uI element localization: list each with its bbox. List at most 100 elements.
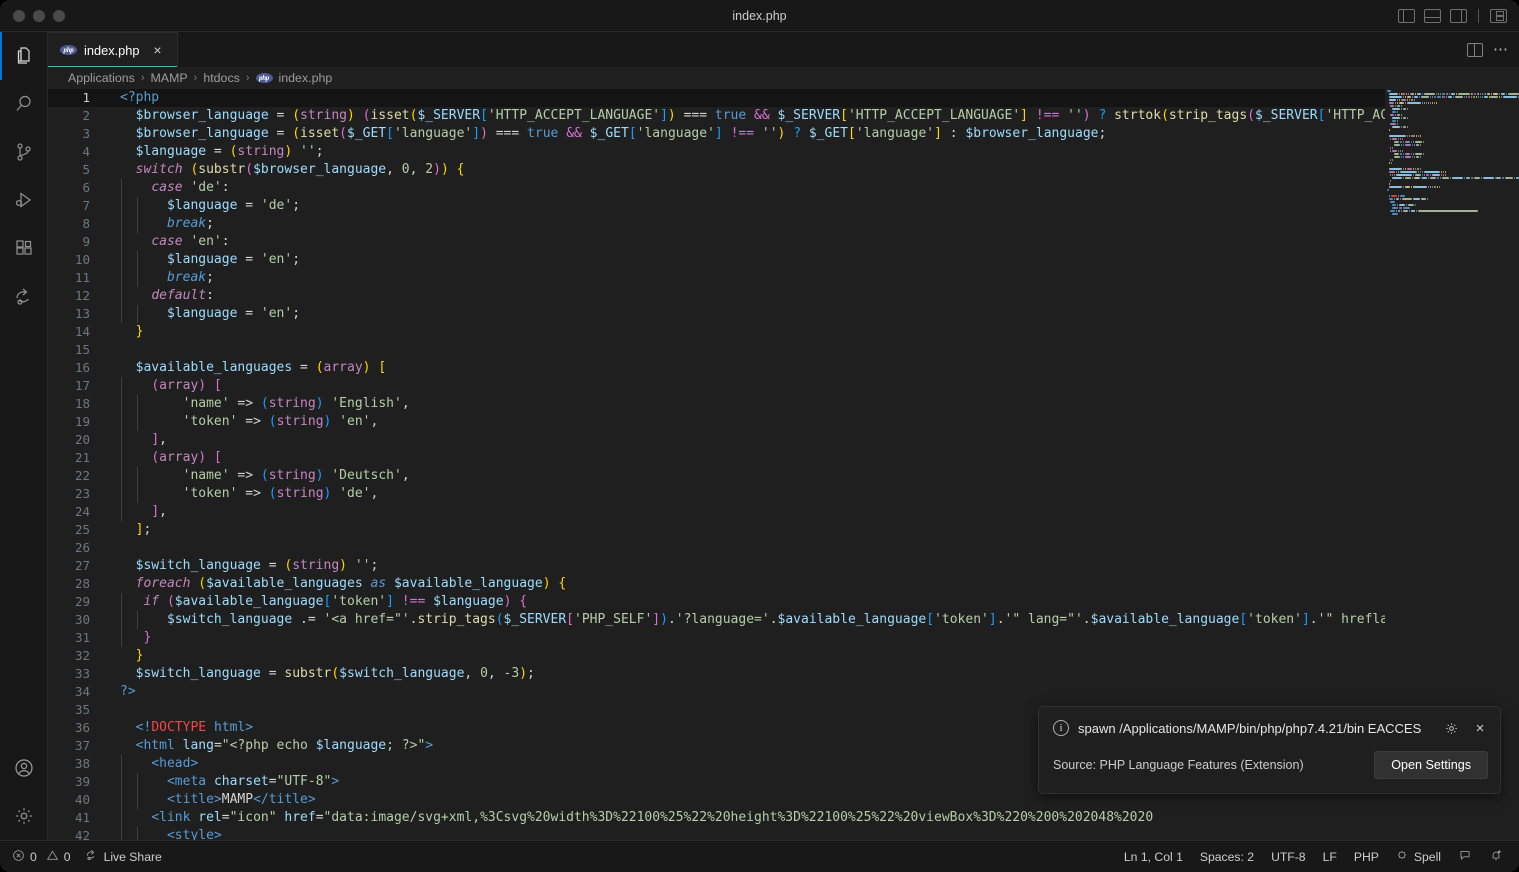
status-spell-checker[interactable]: Spell xyxy=(1396,849,1441,865)
minimap-segment xyxy=(1407,116,1409,119)
code-line: 2 $browser_language = (string) (isset($_… xyxy=(48,107,1519,125)
line-number[interactable]: 17 xyxy=(48,377,104,395)
toggle-primary-sidebar-icon[interactable] xyxy=(1398,9,1415,23)
sidebar-item-explorer[interactable] xyxy=(0,32,48,80)
maximize-window-button[interactable] xyxy=(53,9,65,22)
line-number[interactable]: 38 xyxy=(48,755,104,773)
line-number[interactable]: 1 xyxy=(48,89,104,107)
status-encoding[interactable]: UTF-8 xyxy=(1271,850,1306,864)
minimap-segment xyxy=(1388,95,1403,98)
line-number[interactable]: 35 xyxy=(48,701,104,719)
sidebar-item-live-share[interactable] xyxy=(0,272,48,320)
line-number[interactable]: 30 xyxy=(48,611,104,629)
close-window-button[interactable] xyxy=(13,9,25,22)
line-number[interactable]: 9 xyxy=(48,233,104,251)
line-number[interactable]: 7 xyxy=(48,197,104,215)
code-line: 13 $language = 'en'; xyxy=(48,305,1519,323)
line-number[interactable]: 2 xyxy=(48,107,104,125)
sidebar-item-run-debug[interactable] xyxy=(0,176,48,224)
line-number[interactable]: 12 xyxy=(48,287,104,305)
toggle-secondary-sidebar-icon[interactable] xyxy=(1450,9,1467,23)
breadcrumb-item-index-php[interactable]: index.php xyxy=(279,71,333,85)
line-number[interactable]: 32 xyxy=(48,647,104,665)
line-number[interactable]: 24 xyxy=(48,503,104,521)
status-eol[interactable]: LF xyxy=(1323,850,1337,864)
breadcrumb-item-htdocs[interactable]: htdocs xyxy=(203,71,240,85)
line-number[interactable]: 31 xyxy=(48,629,104,647)
minimap-segment xyxy=(1408,203,1415,206)
toggle-panel-icon[interactable] xyxy=(1424,9,1441,23)
line-number[interactable]: 6 xyxy=(48,179,104,197)
divider xyxy=(1478,9,1479,23)
open-settings-button[interactable]: Open Settings xyxy=(1374,751,1488,779)
line-number[interactable]: 37 xyxy=(48,737,104,755)
line-number[interactable]: 41 xyxy=(48,809,104,827)
code-token: ; xyxy=(292,306,301,321)
code-token: ] xyxy=(386,594,394,609)
line-number[interactable]: 29 xyxy=(48,593,104,611)
line-number[interactable]: 36 xyxy=(48,719,104,737)
indent-guide xyxy=(136,611,138,629)
line-number[interactable]: 27 xyxy=(48,557,104,575)
sidebar-item-search[interactable] xyxy=(0,80,48,128)
line-number[interactable]: 40 xyxy=(48,791,104,809)
code-token: ) xyxy=(339,558,347,573)
status-problems[interactable]: 0 0 xyxy=(12,849,71,865)
tab-index-php[interactable]: php index.php × xyxy=(48,32,178,67)
status-editor-position[interactable]: Ln 1, Col 1 xyxy=(1124,850,1183,864)
status-live-share[interactable]: Live Share xyxy=(85,848,162,865)
line-number[interactable]: 26 xyxy=(48,539,104,557)
line-number[interactable]: 20 xyxy=(48,431,104,449)
close-icon[interactable]: × xyxy=(149,41,167,59)
minimap-segment xyxy=(1393,155,1400,158)
breadcrumb-item-applications[interactable]: Applications xyxy=(68,71,135,85)
editor-group: php index.php × ⋯ Applications › MAMP › … xyxy=(48,32,1519,840)
status-feedback[interactable] xyxy=(1458,848,1472,865)
line-number[interactable]: 5 xyxy=(48,161,104,179)
line-number[interactable]: 3 xyxy=(48,125,104,143)
code-token: 'token' xyxy=(331,594,387,609)
minimap-segment xyxy=(1392,107,1400,110)
line-number[interactable]: 19 xyxy=(48,413,104,431)
accounts-button[interactable] xyxy=(0,744,48,792)
customize-layout-icon[interactable] xyxy=(1490,9,1507,23)
line-number[interactable]: 10 xyxy=(48,251,104,269)
line-number[interactable]: 18 xyxy=(48,395,104,413)
line-number[interactable]: 25 xyxy=(48,521,104,539)
code-token: , xyxy=(401,396,410,411)
split-editor-icon[interactable] xyxy=(1467,42,1483,57)
line-number[interactable]: 4 xyxy=(48,143,104,161)
status-language-mode[interactable]: PHP xyxy=(1354,850,1379,864)
code-token: . xyxy=(667,612,676,627)
line-number[interactable]: 42 xyxy=(48,827,104,840)
notification-settings-icon[interactable] xyxy=(1441,718,1461,738)
ellipsis-icon[interactable]: ⋯ xyxy=(1493,42,1509,57)
line-number[interactable]: 39 xyxy=(48,773,104,791)
line-number[interactable]: 34 xyxy=(48,683,104,701)
line-number[interactable]: 33 xyxy=(48,665,104,683)
line-number[interactable]: 8 xyxy=(48,215,104,233)
line-number[interactable]: 28 xyxy=(48,575,104,593)
line-number[interactable]: 11 xyxy=(48,269,104,287)
line-number[interactable]: 15 xyxy=(48,341,104,359)
close-icon[interactable]: × xyxy=(1470,718,1490,738)
activity-bar-bottom xyxy=(0,744,48,840)
sidebar-item-extensions[interactable] xyxy=(0,224,48,272)
line-number[interactable]: 23 xyxy=(48,485,104,503)
sidebar-item-source-control[interactable] xyxy=(0,128,48,176)
minimap-segment xyxy=(1407,125,1409,128)
minimap-segment xyxy=(1465,176,1470,179)
line-number[interactable]: 21 xyxy=(48,449,104,467)
line-number[interactable]: 16 xyxy=(48,359,104,377)
line-number[interactable]: 14 xyxy=(48,323,104,341)
status-notifications-bell[interactable] xyxy=(1489,848,1503,865)
manage-settings-button[interactable] xyxy=(0,792,48,840)
line-number[interactable]: 13 xyxy=(48,305,104,323)
line-number[interactable]: 22 xyxy=(48,467,104,485)
minimap-segment xyxy=(1421,197,1426,200)
minimize-window-button[interactable] xyxy=(33,9,45,22)
code-token: '?language=' xyxy=(675,612,770,627)
minimap-segment xyxy=(1390,104,1394,107)
breadcrumb-item-mamp[interactable]: MAMP xyxy=(150,71,187,85)
status-indentation[interactable]: Spaces: 2 xyxy=(1200,850,1254,864)
